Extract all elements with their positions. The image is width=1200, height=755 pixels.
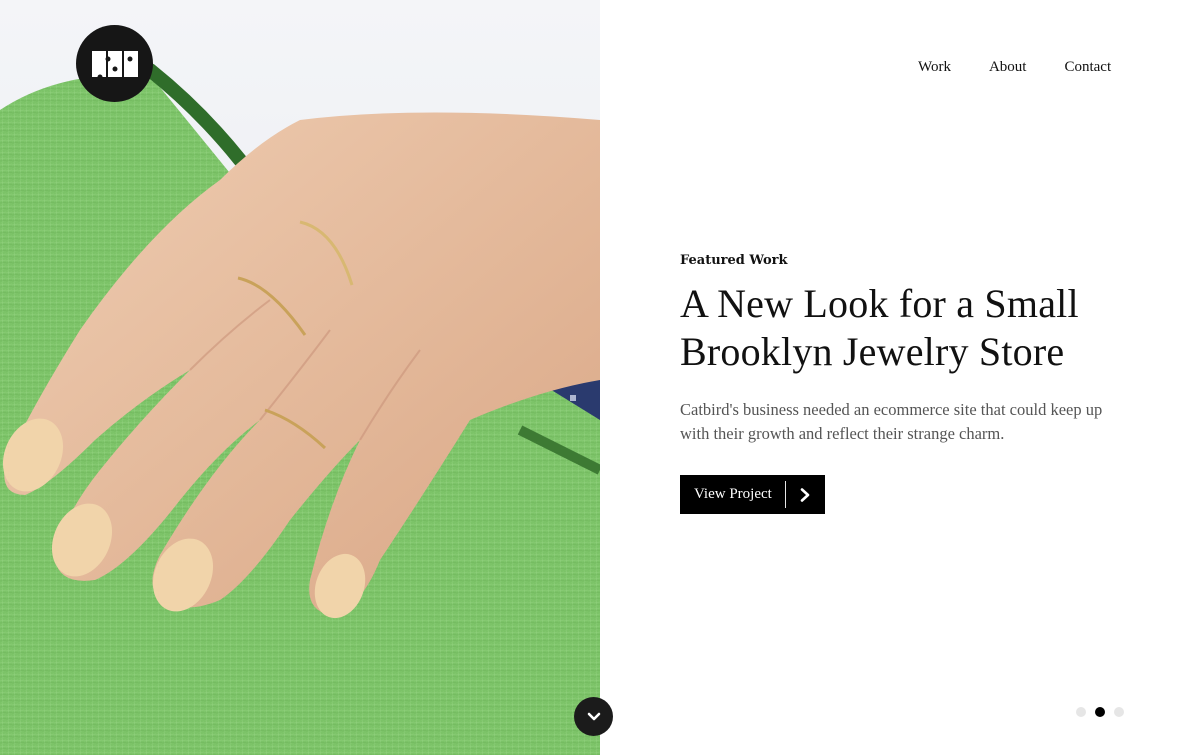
slider-dots <box>1076 707 1124 717</box>
headline-line-2: Brooklyn Jewelry Store <box>680 329 1065 374</box>
headline-line-1: A New Look for a Small <box>680 281 1079 326</box>
view-project-label: View Project <box>694 486 772 502</box>
nav-link-about[interactable]: About <box>989 58 1027 76</box>
hero-photo-hand-rings <box>0 0 600 755</box>
nav-link-work[interactable]: Work <box>918 58 951 76</box>
hero-image <box>0 0 600 755</box>
chevron-right-icon <box>786 475 825 514</box>
nav-link-contact[interactable]: Contact <box>1064 58 1111 76</box>
slider-dot-3[interactable] <box>1114 707 1124 717</box>
cta-divider <box>784 481 786 508</box>
slider-dot-1[interactable] <box>1076 707 1086 717</box>
featured-headline: A New Look for a Small Brooklyn Jewelry … <box>680 280 1140 376</box>
main-nav: Work About Contact <box>918 58 1111 76</box>
featured-eyebrow: Featured Work <box>680 253 788 268</box>
featured-description: Catbird's business needed an ecommerce s… <box>680 400 1103 443</box>
view-project-button[interactable]: View Project <box>680 475 825 514</box>
featured-section: Featured Work A New Look for a Small Bro… <box>680 252 1140 514</box>
slider-dot-2[interactable] <box>1095 707 1105 717</box>
logo-mark-icon <box>91 50 138 79</box>
chevron-down-icon <box>587 712 600 720</box>
scroll-down-button[interactable] <box>574 697 613 736</box>
logo[interactable] <box>76 25 153 102</box>
